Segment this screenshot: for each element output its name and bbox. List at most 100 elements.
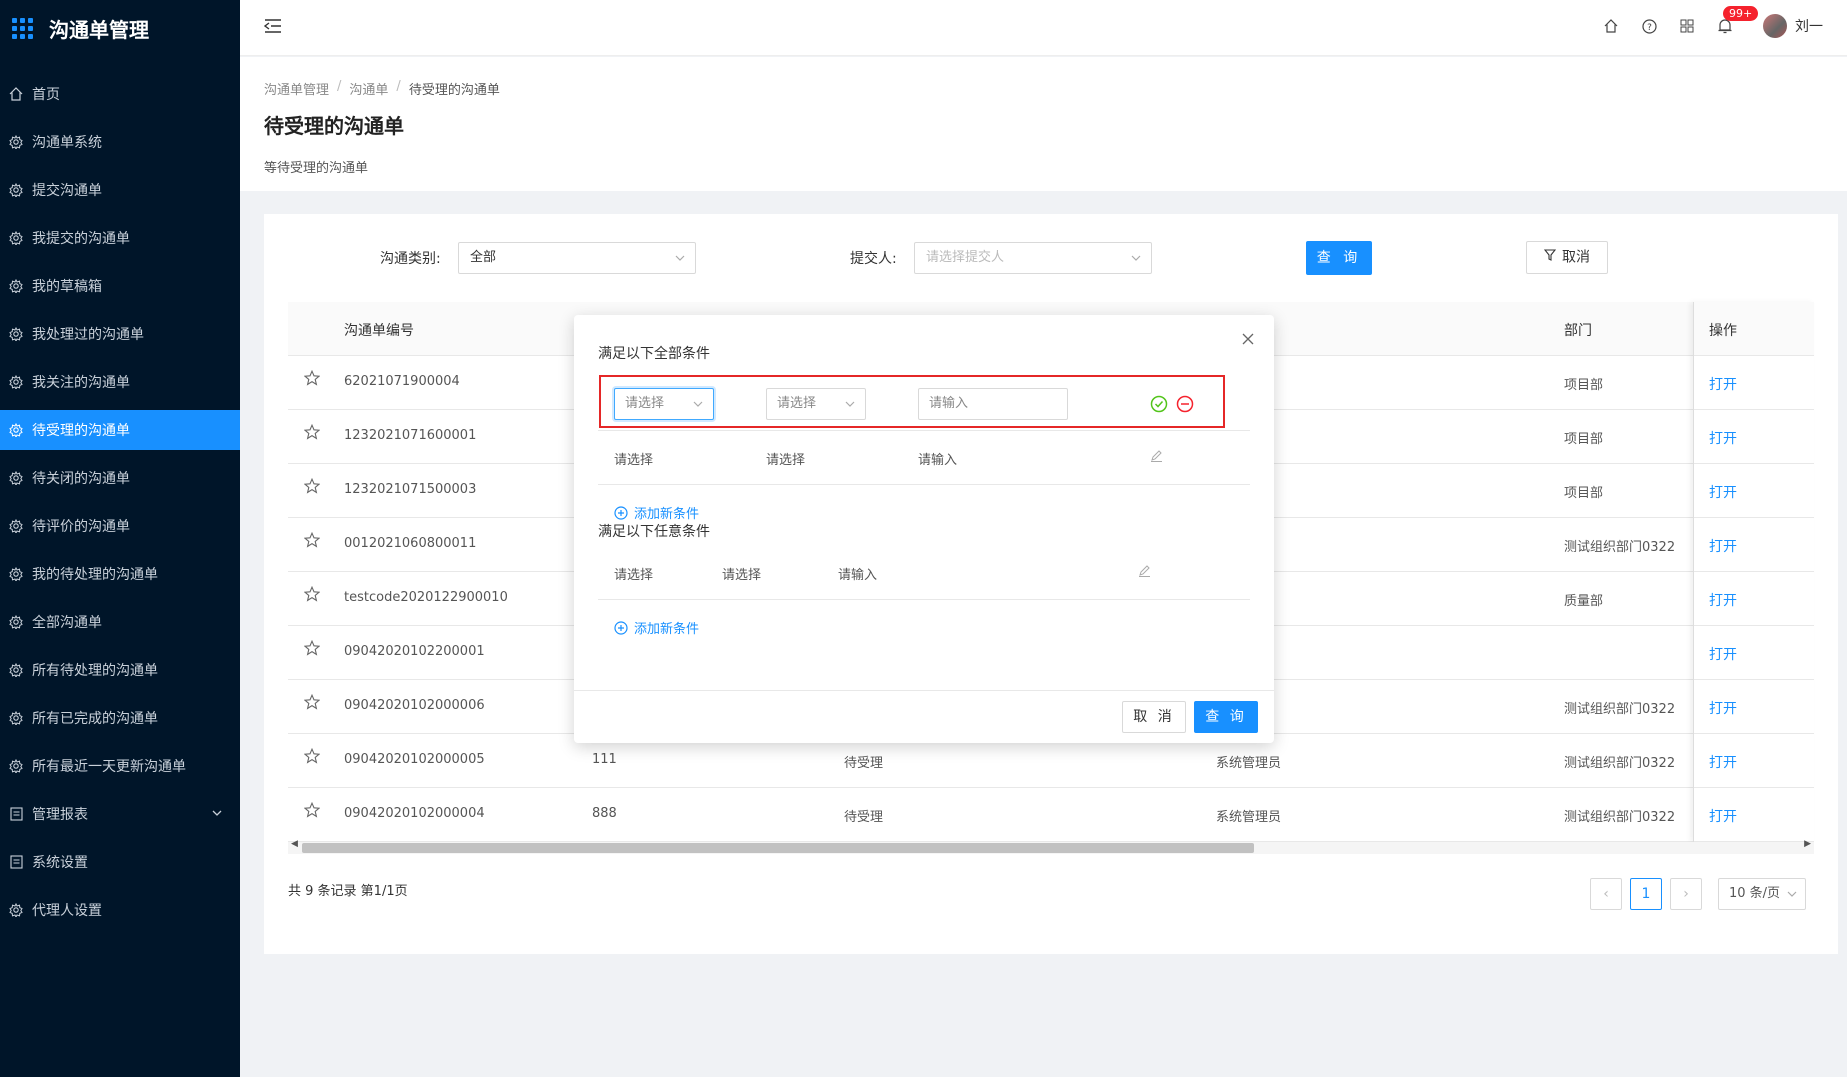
sidebar-item[interactable]: 我关注的沟通单 [0, 362, 240, 402]
gear-icon [8, 278, 24, 294]
all-conditions-title: 满足以下全部条件 [598, 346, 710, 362]
top-header: ? 99+ 刘一 [240, 0, 1847, 56]
scroll-left-icon[interactable]: ◀ [291, 839, 298, 849]
open-link[interactable]: 打开 [1709, 536, 1737, 556]
type-filter-select[interactable]: 全部 [458, 242, 696, 274]
sidebar-item[interactable]: 所有已完成的沟通单 [0, 698, 240, 738]
sidebar-item[interactable]: 我提交的沟通单 [0, 218, 240, 258]
star-icon[interactable] [303, 801, 321, 822]
star-icon[interactable] [303, 369, 321, 390]
horizontal-scrollbar[interactable]: ◀ ▶ [288, 839, 1814, 854]
sidebar-item-label: 代理人设置 [32, 903, 102, 919]
cell-code: 09042020102000005 [344, 752, 485, 767]
gear-icon [8, 230, 24, 246]
column-header-dept[interactable]: 部门 [1564, 320, 1592, 340]
sidebar-item[interactable]: 我的草稿箱 [0, 266, 240, 306]
breadcrumb-item[interactable]: 沟通单 [349, 79, 388, 98]
bell-icon[interactable]: 99+ [1715, 6, 1759, 36]
sidebar-item[interactable]: 待关闭的沟通单 [0, 458, 240, 498]
star-icon[interactable] [303, 531, 321, 552]
condition-value: 请输入 [918, 453, 958, 468]
user-name[interactable]: 刘一 [1795, 16, 1823, 36]
cell-col2: 111 [592, 752, 617, 767]
scroll-right-icon[interactable]: ▶ [1804, 839, 1811, 849]
sidebar-item[interactable]: 提交沟通单 [0, 170, 240, 210]
advanced-search-modal: 满足以下全部条件 请选择 请选择 请输入 请选择 请选择 请输入 添加新条件 满… [574, 315, 1274, 743]
scrollbar-thumb[interactable] [302, 843, 1254, 853]
apps-icon[interactable] [1677, 16, 1697, 36]
sidebar-item-label: 我提交的沟通单 [32, 231, 130, 247]
sidebar-item[interactable]: 我处理过的沟通单 [0, 314, 240, 354]
open-link[interactable]: 打开 [1709, 644, 1737, 664]
open-link[interactable]: 打开 [1709, 482, 1737, 502]
star-icon[interactable] [303, 747, 321, 768]
sidebar-item[interactable]: 全部沟通单 [0, 602, 240, 642]
modal-cancel-button[interactable]: 取 消 [1122, 701, 1186, 733]
sidebar-item-label: 我关注的沟通单 [32, 375, 130, 391]
sidebar-item[interactable]: 所有待处理的沟通单 [0, 650, 240, 690]
sidebar-item[interactable]: 系统设置 [0, 842, 240, 882]
cell-dept: 测试组织部门0322 [1564, 810, 1676, 825]
star-icon[interactable] [303, 477, 321, 498]
column-header-code[interactable]: 沟通单编号 [344, 320, 414, 340]
modal-query-button[interactable]: 查 询 [1194, 701, 1258, 733]
query-button[interactable]: 查 询 [1306, 241, 1372, 275]
sidebar-item[interactable]: 沟通单系统 [0, 122, 240, 162]
open-link[interactable]: 打开 [1709, 698, 1737, 718]
sidebar-item-label: 所有最近一天更新沟通单 [32, 759, 186, 775]
star-icon[interactable] [303, 639, 321, 660]
add-condition-link-all[interactable]: 添加新条件 [614, 503, 699, 522]
sidebar-item[interactable]: 待评价的沟通单 [0, 506, 240, 546]
page-size-select[interactable]: 10 条/页 [1718, 878, 1806, 910]
close-icon[interactable] [1242, 333, 1254, 349]
cell-owner: 系统管理员 [1216, 756, 1282, 771]
prev-page-button[interactable]: ‹ [1590, 878, 1622, 910]
breadcrumb-item[interactable]: 沟通单管理 [264, 79, 329, 98]
star-icon[interactable] [303, 585, 321, 606]
cell-code: 09042020102200001 [344, 644, 485, 659]
app-logo[interactable]: 沟通单管理 [0, 0, 240, 56]
cell-dept: 测试组织部门0322 [1564, 756, 1676, 771]
sidebar-item-label: 我处理过的沟通单 [32, 327, 144, 343]
open-link[interactable]: 打开 [1709, 590, 1737, 610]
open-link[interactable]: 打开 [1709, 752, 1737, 772]
sidebar-item[interactable]: 首页 [0, 74, 240, 114]
page-title: 待受理的沟通单 [264, 114, 404, 138]
record-summary: 共 9 条记录 第1/1页 [288, 884, 408, 899]
condition-row: 请选择 请选择 请输入 [598, 546, 1250, 600]
sidebar-item[interactable]: 所有最近一天更新沟通单 [0, 746, 240, 786]
type-filter-label: 沟通类别: [380, 251, 441, 267]
open-link[interactable]: 打开 [1709, 374, 1737, 394]
sidebar-item[interactable]: 我的待处理的沟通单 [0, 554, 240, 594]
sidebar-item-label: 我的草稿箱 [32, 279, 102, 295]
star-icon[interactable] [303, 693, 321, 714]
submitter-filter-select[interactable]: 请选择提交人 [914, 242, 1152, 274]
open-link[interactable]: 打开 [1709, 806, 1737, 826]
cancel-filter-button[interactable]: 取消 [1526, 241, 1608, 274]
table-row[interactable]: 09042020102000004 888 待受理 系统管理员 测试组织部门0322 打开 [288, 788, 1814, 842]
page-number-current[interactable]: 1 [1630, 878, 1662, 910]
cell-code: 09042020102000006 [344, 698, 485, 713]
add-condition-label: 添加新条件 [634, 622, 700, 637]
avatar[interactable] [1763, 14, 1787, 38]
condition-value: 请输入 [838, 568, 878, 583]
filter-icon [1543, 242, 1557, 273]
star-icon[interactable] [303, 423, 321, 444]
sidebar-item[interactable]: 代理人设置 [0, 890, 240, 930]
menu-toggle-icon[interactable] [263, 18, 282, 38]
gear-icon [8, 710, 24, 726]
sidebar-item[interactable]: 管理报表 [0, 794, 240, 834]
help-icon[interactable]: ? [1639, 16, 1659, 36]
edit-icon[interactable] [1150, 449, 1163, 466]
home-icon[interactable] [1601, 16, 1621, 36]
edit-icon[interactable] [1138, 564, 1151, 581]
next-page-button[interactable]: › [1670, 878, 1702, 910]
sidebar-item[interactable]: 待受理的沟通单 [0, 410, 240, 450]
add-condition-link-any[interactable]: 添加新条件 [614, 618, 699, 637]
gear-icon [8, 134, 24, 150]
gear-icon [8, 518, 24, 534]
page-description: 等待受理的沟通单 [264, 161, 369, 176]
gear-icon [8, 566, 24, 582]
open-link[interactable]: 打开 [1709, 428, 1737, 448]
condition-operator: 请选择 [766, 453, 806, 468]
